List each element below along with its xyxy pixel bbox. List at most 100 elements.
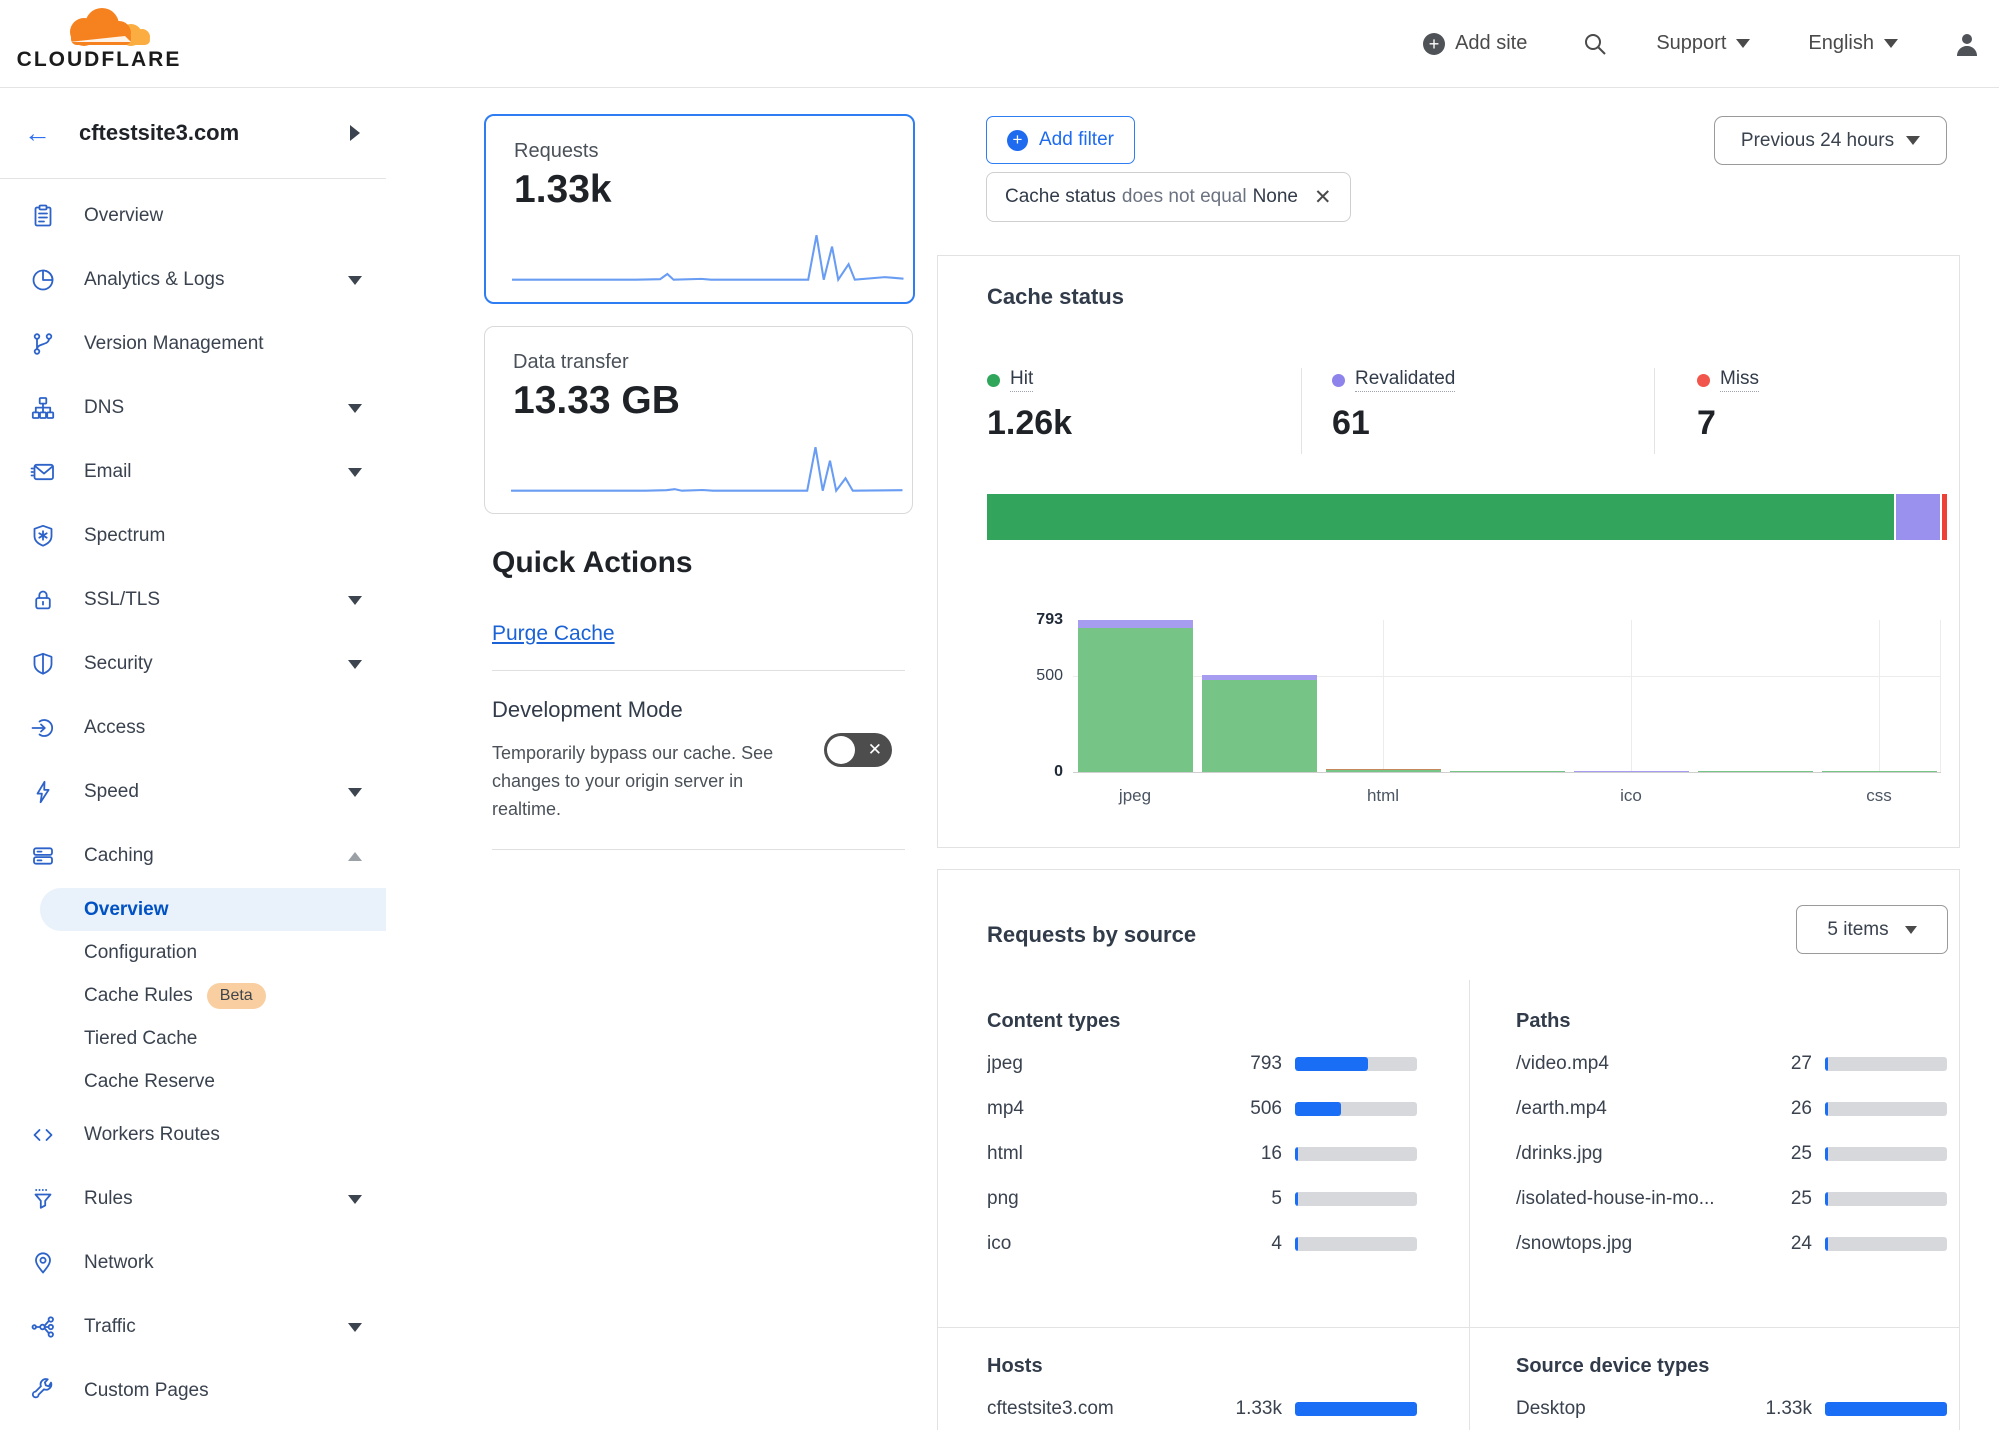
bars	[1073, 620, 1941, 772]
toggle-knob	[827, 736, 855, 764]
bar-ico	[1574, 771, 1689, 772]
divider	[492, 670, 905, 671]
sidebar-item-ssl-tls[interactable]: SSL/TLS	[0, 568, 386, 632]
section-heading: Paths	[1516, 1010, 1947, 1033]
sidebar-item-label: SSL/TLS	[84, 589, 160, 611]
sidebar-item-speed[interactable]: Speed	[0, 760, 386, 824]
user-avatar-icon[interactable]	[1953, 30, 1981, 58]
sidebar-item-label: Analytics & Logs	[84, 269, 224, 291]
sidebar-item-email[interactable]: Email	[0, 440, 386, 504]
sidebar-item-label: Traffic	[84, 1316, 136, 1338]
stat-label[interactable]: Hit	[1010, 368, 1033, 392]
chevron-down-icon	[348, 788, 362, 797]
sidebar-item-version-management[interactable]: Version Management	[0, 312, 386, 376]
sidebar-item-traffic[interactable]: Traffic	[0, 1295, 386, 1359]
stacked-segment-miss	[1942, 494, 1947, 540]
requests-card[interactable]: Requests 1.33k	[484, 114, 915, 304]
section-heading: Source device types	[1516, 1355, 1947, 1378]
table-row: cftestsite3.com1.33k	[987, 1386, 1417, 1431]
row-meter	[1295, 1102, 1417, 1116]
sidebar-item-spectrum[interactable]: Spectrum	[0, 504, 386, 568]
row-label: /snowtops.jpg	[1516, 1233, 1732, 1255]
sidebar-item-label: Access	[84, 717, 145, 739]
data-transfer-card[interactable]: Data transfer 13.33 GB	[484, 326, 913, 514]
add-site-button[interactable]: + Add site	[1423, 32, 1527, 55]
row-label: png	[987, 1188, 1202, 1210]
lock-icon	[30, 587, 56, 613]
column-divider	[1469, 980, 1470, 1430]
table-row: ico4	[987, 1221, 1417, 1266]
x-tick-label: ico	[1569, 786, 1693, 806]
stat-label[interactable]: Revalidated	[1355, 368, 1455, 392]
row-label: /video.mp4	[1516, 1053, 1732, 1075]
analytics-panel: + Add filter Cache status does not equal…	[937, 88, 1999, 1422]
sidebar-item-network[interactable]: Network	[0, 1231, 386, 1295]
x-tick-label: html	[1321, 786, 1445, 806]
sidebar-item-cache-rules[interactable]: Cache RulesBeta	[0, 974, 386, 1017]
sidebar-item-dns[interactable]: DNS	[0, 376, 386, 440]
sidebar-item-caching[interactable]: Caching	[0, 824, 386, 888]
sidebar-item-overview[interactable]: Overview	[40, 888, 386, 931]
sidebar-item-custom-pages[interactable]: Custom Pages	[0, 1359, 386, 1423]
requests-card-value: 1.33k	[514, 168, 612, 212]
brand-wordmark: CLOUDFLARE	[17, 48, 182, 72]
bar-unlabeled	[1698, 771, 1813, 772]
time-range-dropdown[interactable]: Previous 24 hours	[1714, 116, 1947, 165]
row-value: 1.33k	[1202, 1398, 1282, 1420]
filter-operator: does not equal	[1122, 186, 1247, 208]
sidebar-item-security[interactable]: Security	[0, 632, 386, 696]
quick-actions-title: Quick Actions	[492, 546, 905, 580]
stat-label[interactable]: Miss	[1720, 368, 1759, 392]
y-tick-label: 500	[1019, 667, 1063, 685]
bar-segment-revalidated	[1574, 771, 1689, 772]
row-meter	[1295, 1237, 1417, 1251]
bar-mp4	[1202, 675, 1317, 772]
cloudflare-logo: CLOUDFLARE	[14, 6, 184, 72]
back-arrow-icon[interactable]: ←	[24, 118, 51, 149]
cache-status-stats: Hit1.26kRevalidated61Miss7	[987, 368, 1947, 454]
cache-status-bar-chart: 7935000jpeghtmlicocss	[1073, 620, 1941, 773]
remove-filter-icon[interactable]: ✕	[1314, 185, 1332, 210]
row-value: 793	[1202, 1053, 1282, 1075]
sidebar-item-configuration[interactable]: Configuration	[0, 931, 386, 974]
purge-cache-link[interactable]: Purge Cache	[492, 622, 615, 646]
quick-actions: Quick Actions Purge Cache Development Mo…	[492, 546, 905, 850]
stacked-segment-hit	[987, 494, 1894, 540]
language-menu[interactable]: English	[1808, 32, 1898, 55]
cloudflare-cloud-icon	[39, 6, 159, 50]
filter-chip[interactable]: Cache status does not equal None ✕	[986, 172, 1351, 222]
sidebar-item-workers-routes[interactable]: Workers Routes	[0, 1103, 386, 1167]
chevron-down-icon	[348, 1195, 362, 1204]
row-meter	[1295, 1147, 1417, 1161]
sidebar-item-analytics-logs[interactable]: Analytics & Logs	[0, 248, 386, 312]
sidebar-item-overview[interactable]: Overview	[0, 184, 386, 248]
sidebar-item-tiered-cache[interactable]: Tiered Cache	[0, 1017, 386, 1060]
table-row: /snowtops.jpg24	[1516, 1221, 1947, 1266]
summary-column: Requests 1.33k Data transfer 13.33 GB Qu…	[386, 88, 938, 1422]
cache-stat-miss: Miss7	[1654, 368, 1947, 454]
x-tick-label: css	[1817, 786, 1941, 806]
items-count-label: 5 items	[1827, 919, 1888, 941]
language-label: English	[1808, 32, 1874, 55]
sidebar-item-access[interactable]: Access	[0, 696, 386, 760]
add-filter-button[interactable]: + Add filter	[986, 116, 1135, 164]
row-value: 25	[1732, 1188, 1812, 1210]
sidebar-item-cache-reserve[interactable]: Cache Reserve	[0, 1060, 386, 1103]
branch-icon	[30, 331, 56, 357]
cache-stat-hit: Hit1.26k	[987, 368, 1301, 454]
sitemap-icon	[30, 395, 56, 421]
table-row: /video.mp427	[1516, 1041, 1947, 1086]
section-heading: Content types	[987, 1010, 1417, 1033]
chevron-down-icon	[348, 276, 362, 285]
cache-status-stacked-bar	[987, 494, 1947, 540]
pie-icon	[30, 267, 56, 293]
chevron-right-icon[interactable]	[350, 125, 360, 141]
cache-stat-revalidated: Revalidated61	[1301, 368, 1654, 454]
sidebar-item-rules[interactable]: Rules	[0, 1167, 386, 1231]
stacked-segment-revalidated	[1896, 494, 1940, 540]
items-count-dropdown[interactable]: 5 items	[1796, 905, 1948, 954]
support-menu[interactable]: Support	[1656, 32, 1750, 55]
development-mode-toggle[interactable]: ✕	[824, 733, 892, 767]
data-transfer-card-value: 13.33 GB	[513, 379, 680, 423]
search-icon[interactable]	[1582, 31, 1608, 57]
